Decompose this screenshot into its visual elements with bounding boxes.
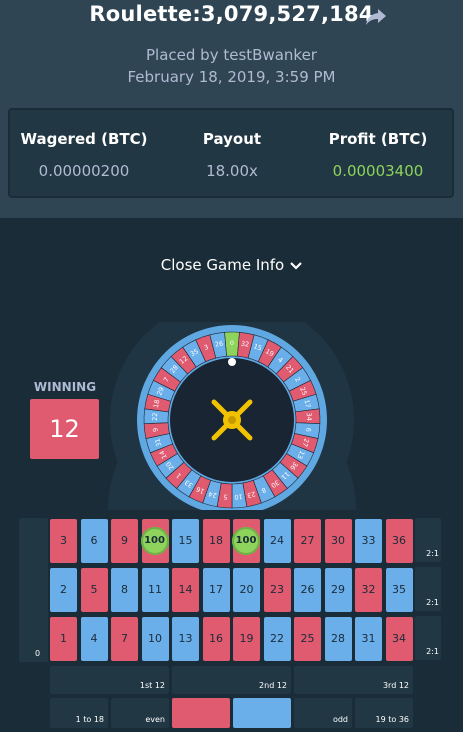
bet-cell-18[interactable]: 18 — [202, 519, 230, 563]
profit-label: Profit (BTC) — [328, 130, 428, 148]
bet-cell-13[interactable]: 13 — [172, 617, 199, 661]
bet-cell-23[interactable]: 23 — [263, 568, 291, 612]
profit-value: 0.00003400 — [332, 162, 424, 180]
column-bet-bottom[interactable]: 2:1 — [415, 616, 441, 660]
wagered-label: Wagered (BTC) — [20, 130, 148, 148]
low-bet[interactable]: 1 to 18 — [50, 698, 108, 728]
column-bet-label: 2:1 — [426, 647, 439, 656]
bet-cell-14[interactable]: 14 — [172, 568, 199, 612]
zero-label: 0 — [35, 649, 41, 658]
bet-cell-7[interactable]: 7 — [111, 617, 138, 661]
wheel-pocket-label: 10 — [234, 492, 243, 501]
share-icon[interactable] — [365, 7, 387, 27]
wheel-pocket-label: 17 — [302, 399, 312, 409]
column-bet-middle[interactable]: 2:1 — [415, 567, 441, 611]
title-row: Roulette:3,079,527,184 — [0, 2, 463, 32]
bet-cell-11[interactable]: 11 — [141, 568, 169, 612]
winning-number: 12 — [30, 399, 99, 459]
dozen-bet-third[interactable]: 3rd 12 — [294, 666, 413, 694]
bet-cell-5[interactable]: 5 — [80, 568, 108, 612]
high-bet-label: 19 to 36 — [375, 715, 409, 724]
column-bet-label: 2:1 — [426, 549, 439, 558]
bet-cell-31[interactable]: 31 — [355, 617, 382, 661]
bet-cell-3[interactable]: 3 — [50, 519, 77, 563]
black-bet[interactable] — [233, 698, 291, 728]
odd-bet[interactable]: odd — [294, 698, 352, 728]
odd-bet-label: odd — [332, 715, 348, 724]
wheel-pocket-label: 18 — [152, 399, 162, 409]
placed-by-text: Placed by testBwanker — [146, 46, 317, 64]
winning-label: WINNING — [33, 380, 97, 394]
column-bet-label: 2:1 — [426, 598, 439, 607]
bet-cell-26[interactable]: 26 — [294, 568, 321, 612]
bet-cell-1[interactable]: 1 — [50, 617, 77, 661]
bet-cell-6[interactable]: 6 — [80, 519, 108, 563]
low-bet-label: 1 to 18 — [75, 715, 104, 724]
bet-cell-15[interactable]: 15 — [172, 519, 199, 563]
dozen-label: 2nd 12 — [259, 681, 287, 690]
bet-chip[interactable]: 100 — [140, 527, 169, 555]
payout-value: 18.00x — [206, 162, 258, 180]
bet-cell-34[interactable]: 34 — [385, 617, 413, 661]
bet-date: February 18, 2019, 3:59 PM — [127, 68, 336, 86]
bet-chip[interactable]: 100 — [232, 527, 260, 555]
dozen-label: 1st 12 — [139, 681, 165, 690]
wheel-pocket-label: 32 — [240, 339, 250, 348]
close-game-info-toggle[interactable]: Close Game Info — [0, 256, 463, 274]
bet-cell-32[interactable]: 32 — [355, 568, 382, 612]
even-bet-label: even — [145, 715, 165, 724]
bet-cell-17[interactable]: 17 — [202, 568, 230, 612]
high-bet[interactable]: 19 to 36 — [355, 698, 413, 728]
bet-cell-16[interactable]: 16 — [202, 617, 230, 661]
bet-cell-zero[interactable]: 0 — [19, 518, 48, 662]
wheel-pocket-label: 5 — [223, 493, 228, 501]
bet-cell-25[interactable]: 25 — [294, 617, 321, 661]
chevron-down-icon — [290, 261, 302, 270]
bet-cell-4[interactable]: 4 — [80, 617, 108, 661]
bet-cell-28[interactable]: 28 — [324, 617, 352, 661]
bet-cell-2[interactable]: 2 — [50, 568, 77, 612]
bet-cell-35[interactable]: 35 — [385, 568, 413, 612]
bet-details-header: Roulette:3,079,527,184 Placed by testBwa… — [0, 0, 463, 218]
wheel-pocket-label: 26 — [214, 339, 224, 348]
dozen-label: 3rd 12 — [382, 681, 409, 690]
bet-cell-20[interactable]: 20 — [233, 568, 260, 612]
bet-cell-19[interactable]: 19 — [233, 617, 260, 661]
wagered-value: 0.00000200 — [38, 162, 130, 180]
wheel-pocket-label: 34 — [305, 412, 313, 421]
bet-cell-9[interactable]: 9 — [111, 519, 138, 563]
bet-cell-27[interactable]: 27 — [294, 519, 321, 563]
bet-cell-8[interactable]: 8 — [111, 568, 138, 612]
column-bet-top[interactable]: 2:1 — [415, 518, 441, 562]
dozen-bet-second[interactable]: 2nd 12 — [172, 666, 291, 694]
wheel-pocket-label: 0 — [230, 339, 234, 347]
bet-cell-33[interactable]: 33 — [355, 519, 382, 563]
roulette-wheel: 0 32 15 19421225173462713361130823105241633… — [108, 322, 356, 510]
bet-cell-30[interactable]: 30 — [324, 519, 352, 563]
dozen-bet-first[interactable]: 1st 12 — [50, 666, 169, 694]
even-bet[interactable]: even — [111, 698, 169, 728]
red-bet[interactable] — [172, 698, 230, 728]
bet-cell-22[interactable]: 22 — [263, 617, 291, 661]
wheel-pocket-label: 22 — [151, 412, 159, 421]
payout-label: Payout — [202, 130, 262, 148]
bet-stats-panel: Wagered (BTC) 0.00000200 Payout 18.00x P… — [8, 108, 454, 198]
bet-cell-24[interactable]: 24 — [263, 519, 291, 563]
bet-cell-29[interactable]: 29 — [324, 568, 352, 612]
bet-cell-36[interactable]: 36 — [385, 519, 413, 563]
bet-cell-10[interactable]: 10 — [141, 617, 169, 661]
betting-board: 0 2:1 2:1 2:1 1st 12 2nd 12 3rd 12 1 to … — [19, 516, 444, 732]
page-title: Roulette:3,079,527,184 — [89, 2, 374, 26]
wheel-ball — [228, 358, 236, 366]
close-game-info-label: Close Game Info — [160, 256, 285, 274]
